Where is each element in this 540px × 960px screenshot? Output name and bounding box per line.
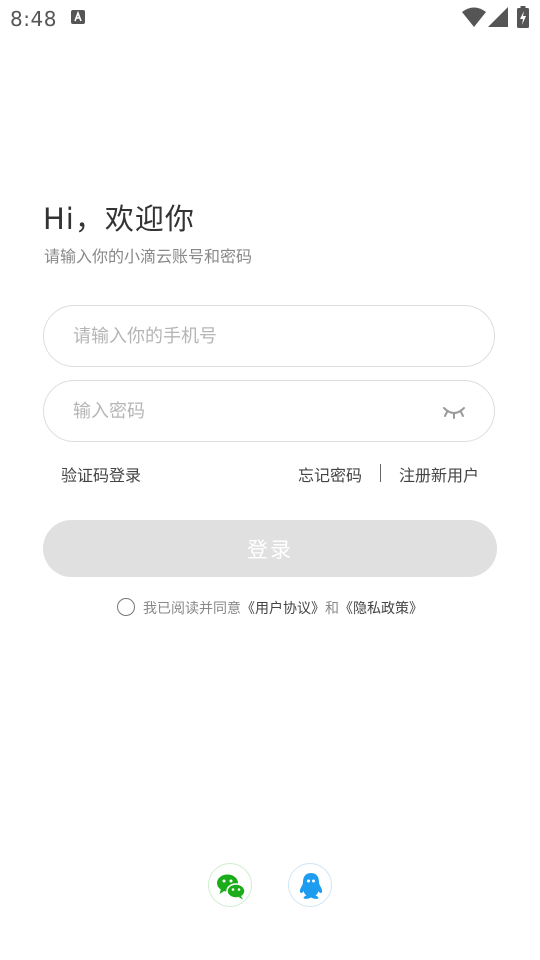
- greeting-subtitle: 请输入你的小滴云账号和密码: [44, 247, 253, 266]
- privacy-policy-link[interactable]: 《隐私政策》: [339, 601, 423, 617]
- wifi-icon: [462, 7, 486, 31]
- login-button[interactable]: 登录: [43, 520, 497, 577]
- password-input[interactable]: [73, 381, 433, 441]
- agreement-conjunction: 和: [325, 601, 339, 617]
- phone-input-container: [43, 305, 495, 367]
- forgot-password-link[interactable]: 忘记密码: [298, 462, 362, 486]
- wechat-login-button[interactable]: [208, 863, 252, 907]
- agreement-checkbox[interactable]: [117, 598, 135, 616]
- link-divider: [380, 464, 381, 482]
- phone-input[interactable]: [73, 306, 433, 366]
- qq-login-button[interactable]: [288, 863, 332, 907]
- status-time: 8:48: [10, 7, 57, 31]
- eye-closed-icon[interactable]: [442, 403, 466, 421]
- cell-signal-icon: [488, 7, 508, 31]
- status-bar: 8:48: [0, 0, 540, 36]
- greeting-title: Hi，欢迎你: [43, 202, 195, 236]
- agreement-text: 我已阅读并同意《用户协议》和《隐私政策》: [143, 598, 423, 618]
- sms-login-link[interactable]: 验证码登录: [61, 462, 141, 486]
- register-link[interactable]: 注册新用户: [399, 462, 479, 486]
- qq-icon: [299, 873, 323, 899]
- text-a-notification-icon: [71, 10, 85, 24]
- password-input-container: [43, 380, 495, 442]
- wechat-icon: [217, 874, 246, 900]
- agreement-prefix: 我已阅读并同意: [143, 601, 241, 617]
- user-agreement-link[interactable]: 《用户协议》: [241, 601, 325, 617]
- battery-charging-icon: [517, 6, 529, 32]
